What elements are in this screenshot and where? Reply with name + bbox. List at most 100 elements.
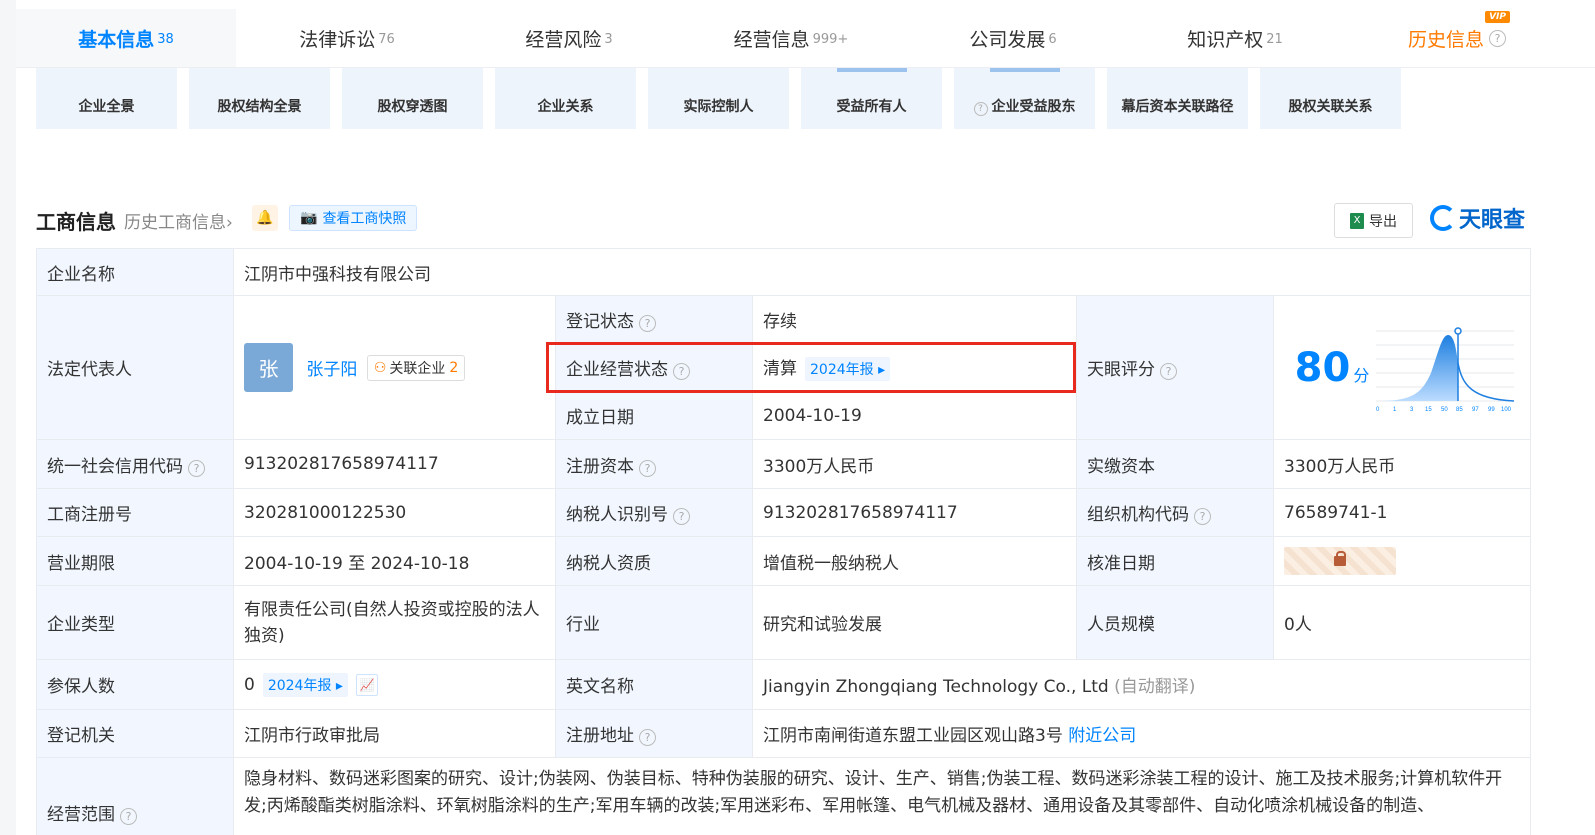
scope-label: 经营范围? (36, 757, 234, 835)
tick-label: 3 (1410, 407, 1414, 413)
trend-chart-icon[interactable]: 📈 (355, 673, 378, 696)
insured-label: 参保人数 (36, 659, 234, 710)
tick-label: 15 (1425, 407, 1432, 413)
lock-icon[interactable] (1284, 547, 1396, 575)
legal-rep-name-link[interactable]: 张子阳 (306, 360, 357, 380)
term-label: 营业期限 (36, 536, 234, 586)
tab-legal[interactable]: 法律诉讼 76 (236, 9, 458, 67)
legal-rep-label: 法定代表人 (36, 295, 234, 440)
card-enterprise-overview[interactable]: 企业全景 (36, 68, 177, 129)
table-row: 法定代表人 张 张子阳 ⚇关联企业2 登记状态? 存续 天眼评分? 80分 (36, 295, 1532, 440)
insured-value: 0 (244, 674, 255, 695)
card-beneficial-shareholder[interactable]: ? 企业受益股东 (954, 68, 1095, 129)
reg-capital-value: 3300万人民币 (752, 439, 1077, 489)
score-curve-tail (1457, 362, 1514, 402)
brand-logo: 天眼查 (1430, 203, 1525, 233)
help-icon[interactable]: ? (1194, 508, 1211, 525)
tab-ip[interactable]: 知识产权 21 (1124, 9, 1346, 67)
founded-value: 2004-10-19 (752, 391, 1077, 440)
network-icon: ⚇ (373, 359, 387, 376)
vip-badge: VIP (1485, 11, 1510, 23)
tab-basic-info[interactable]: 基本信息 38 (16, 9, 236, 67)
industry-value: 研究和试验发展 (752, 585, 1077, 660)
score-cell[interactable]: 80 分 0 1 3 15 50 85 97 99 100 (1272, 295, 1532, 440)
history-business-link[interactable]: 历史工商信息› (124, 208, 233, 233)
help-icon[interactable]: ? (1489, 29, 1506, 47)
op-status-value: 清算 (763, 359, 797, 379)
type-value: 有限责任公司(自然人投资或控股的法人独资) (233, 585, 556, 660)
tianyancha-logo-icon (1430, 205, 1456, 231)
annual-report-tag[interactable]: 2024年报 ▸ (805, 357, 891, 381)
score-marker-dot (1454, 326, 1462, 335)
bell-icon[interactable]: 🔔 (252, 205, 278, 231)
help-icon[interactable]: ? (673, 363, 690, 380)
tax-qual-label: 纳税人资质 (555, 536, 753, 586)
card-equity-penetration[interactable]: 股权穿透图 (342, 68, 483, 129)
score-label: 天眼评分? (1076, 295, 1274, 440)
reg-status-label: 登记状态? (555, 295, 753, 344)
org-code-label: 组织机构代码? (1076, 488, 1274, 537)
help-icon[interactable]: ? (639, 459, 656, 477)
graph-cards: 企业全景 股权结构全景 股权穿透图 企业关系 实际控制人 受益所有人 ? 企业受益… (36, 68, 1401, 129)
address-cell: 江阴市南闸街道东盟工业园区观山路3号 附近公司 (751, 709, 1532, 758)
tab-business[interactable]: 经营信息 999+ (680, 9, 902, 67)
op-status-label: 企业经营状态? (555, 343, 753, 392)
card-beneficial-owner[interactable]: 受益所有人 (801, 68, 942, 129)
camera-icon: 📷 (300, 210, 318, 226)
score-axis-ticks: 0 1 3 15 50 85 97 99 100 (1376, 407, 1512, 413)
staff-value: 0人 (1272, 585, 1532, 660)
card-capital-path[interactable]: 幕后资本关联路径 (1107, 68, 1248, 129)
tab-risk[interactable]: 经营风险 3 (458, 9, 680, 67)
paid-capital-value: 3300万人民币 (1272, 439, 1532, 489)
tab-development[interactable]: 公司发展 6 (902, 9, 1124, 67)
tick-label: 99 (1488, 407, 1495, 413)
card-actual-controller[interactable]: 实际控制人 (648, 68, 789, 129)
help-icon[interactable]: ? (973, 102, 988, 116)
related-companies-button[interactable]: ⚇ 关联企业 2 (366, 354, 466, 381)
org-code-value: 76589741-1 (1272, 488, 1532, 537)
help-icon[interactable]: ? (120, 808, 137, 825)
card-enterprise-relations[interactable]: 企业关系 (495, 68, 636, 129)
en-name-label: 英文名称 (555, 659, 753, 710)
card-image-icon (990, 68, 1060, 72)
card-equity-association[interactable]: 股权关联关系 (1260, 68, 1401, 129)
founded-label: 成立日期 (555, 391, 753, 440)
address-value: 江阴市南闸街道东盟工业园区观山路3号 (763, 726, 1063, 746)
op-status-cell: 清算 2024年报 ▸ (752, 343, 1077, 392)
authority-label: 登记机关 (36, 709, 234, 758)
tick-label: 0 (1376, 407, 1380, 413)
nearby-companies-link[interactable]: 附近公司 (1068, 726, 1136, 746)
reg-no-value: 320281000122530 (233, 488, 556, 537)
scope-value: 隐身材料、数码迷彩图案的研究、设计;伪装网、伪装目标、特种伪装服的研究、设计、生… (232, 757, 1532, 835)
industry-label: 行业 (555, 585, 753, 660)
help-icon[interactable]: ? (188, 459, 205, 477)
annual-report-tag[interactable]: 2024年报 ▸ (262, 672, 348, 697)
en-name-cell: Jiangyin Zhongqiang Technology Co., Ltd … (751, 659, 1532, 710)
insured-cell: 0 2024年报 ▸ 📈 (233, 659, 556, 710)
chevron-right-icon: › (226, 213, 233, 233)
en-name-value: Jiangyin Zhongqiang Technology Co., Ltd (763, 677, 1109, 697)
company-name-label: 企业名称 (36, 248, 234, 296)
tax-qual-value: 增值税一般纳税人 (752, 536, 1077, 586)
credit-code-label: 统一社会信用代码? (36, 439, 234, 489)
help-icon[interactable]: ? (639, 729, 656, 746)
snapshot-button[interactable]: 📷 查看工商快照 (289, 205, 418, 231)
staff-label: 人员规模 (1076, 585, 1274, 660)
card-image-icon (837, 68, 907, 72)
table-row: 经营范围? 隐身材料、数码迷彩图案的研究、设计;伪装网、伪装目标、特种伪装服的研… (36, 757, 1532, 835)
score-value: 80 (1294, 344, 1351, 391)
tab-history[interactable]: VIP 历史信息? (1346, 9, 1568, 67)
table-row: 登记机关 江阴市行政审批局 注册地址? 江阴市南闸街道东盟工业园区观山路3号 附… (36, 709, 1532, 758)
reg-no-label: 工商注册号 (36, 488, 234, 537)
card-equity-structure[interactable]: 股权结构全景 (189, 68, 330, 129)
table-row: 参保人数 0 2024年报 ▸ 📈 英文名称 Jiangyin Zhongqiang… (36, 659, 1532, 710)
export-button[interactable]: X 导出 (1334, 203, 1413, 238)
help-icon[interactable]: ? (639, 315, 656, 332)
authority-value: 江阴市行政审批局 (233, 709, 556, 758)
term-value: 2004-10-19 至 2024-10-18 (233, 536, 556, 586)
avatar[interactable]: 张 (244, 343, 293, 392)
table-row: 营业期限 2004-10-19 至 2024-10-18 纳税人资质 增值税一般… (36, 536, 1532, 586)
help-icon[interactable]: ? (673, 508, 690, 525)
help-icon[interactable]: ? (1160, 363, 1177, 380)
main-tabs: 基本信息 38 法律诉讼 76 经营风险 3 经营信息 999+ 公司发展 6 知识产权 2… (16, 9, 1595, 68)
